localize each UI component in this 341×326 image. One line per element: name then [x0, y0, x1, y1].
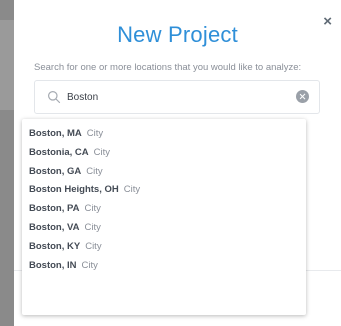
suggestion-location: Boston, KY: [29, 240, 81, 252]
location-search-box[interactable]: [34, 80, 320, 114]
suggestion-item[interactable]: Boston, VA City: [22, 219, 306, 238]
clear-icon[interactable]: [296, 90, 309, 103]
background-page-edge: [0, 20, 14, 110]
suggestion-item[interactable]: Bostonia, CA City: [22, 144, 306, 163]
suggestion-type: City: [84, 221, 101, 233]
suggestion-location: Boston, MA: [29, 128, 82, 139]
suggestion-type: City: [84, 203, 101, 215]
suggestion-item[interactable]: Boston Heights, OH City: [22, 181, 306, 200]
suggestion-type: City: [86, 165, 103, 177]
search-icon: [48, 91, 61, 104]
suggestion-location: Boston, VA: [29, 221, 80, 233]
suggestion-item[interactable]: Boston, MA City: [22, 125, 306, 144]
dialog-title: New Project: [117, 22, 238, 47]
suggestion-location: Boston, IN: [29, 259, 77, 271]
suggestion-location: Boston, GA: [29, 165, 82, 177]
search-input[interactable]: [67, 88, 287, 106]
suggestion-item[interactable]: Boston, IN City: [22, 257, 306, 276]
suggestion-type: City: [81, 259, 98, 271]
suggestion-item[interactable]: Boston, GA City: [22, 163, 306, 182]
suggestion-item[interactable]: Boston, PA City: [22, 200, 306, 219]
dialog-subtitle: Search for one or more locations that yo…: [34, 62, 302, 73]
suggestion-dropdown: Boston, MA City Bostonia, CA City Boston, …: [22, 119, 306, 315]
suggestion-location: Boston Heights, OH: [29, 184, 119, 196]
suggestion-location: Boston, PA: [29, 203, 80, 215]
suggestion-location: Bostonia, CA: [29, 146, 89, 158]
suggestion-item[interactable]: Boston, KY City: [22, 238, 306, 257]
suggestion-type: City: [85, 240, 102, 252]
suggestion-list: Boston, MA City Bostonia, CA City Boston, …: [22, 119, 306, 275]
suggestion-type: City: [86, 128, 104, 139]
suggestion-type: City: [93, 146, 111, 158]
suggestion-type: City: [123, 184, 141, 196]
